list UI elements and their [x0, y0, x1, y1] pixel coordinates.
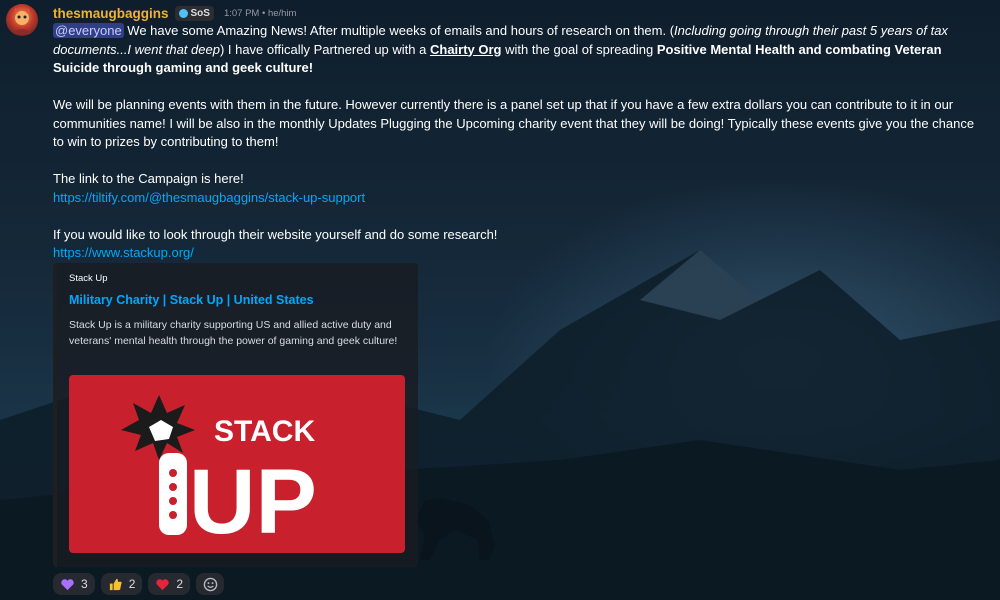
message-body: @everyone We have some Amazing News! Aft…	[53, 22, 983, 263]
embed-provider: Stack Up	[69, 273, 108, 284]
reaction-count: 3	[81, 577, 88, 591]
paragraph-1: @everyone We have some Amazing News! Aft…	[53, 23, 948, 75]
reaction-count: 2	[176, 577, 184, 591]
logo-text-bottom: UP	[189, 451, 317, 553]
embed-description: Stack Up is a military charity supportin…	[69, 319, 398, 347]
link-embed: Stack Up Military Charity | Stack Up | U…	[53, 263, 418, 567]
logo-text-top: STACK	[214, 415, 315, 448]
add-reaction-button[interactable]	[196, 573, 225, 595]
tag-label: SoS	[190, 7, 210, 19]
message-header: thesmaugbaggins SoS 1:07 PM • he/him	[53, 5, 296, 21]
charity-link[interactable]: Chairty Org	[430, 42, 502, 57]
timestamp: 1:07 PM • he/him	[223, 7, 297, 19]
red-heart-icon	[156, 578, 170, 590]
chat-message: thesmaugbaggins SoS 1:07 PM • he/him @ev…	[0, 0, 1000, 600]
thumbs-up-icon	[109, 578, 122, 590]
reaction-purple-heart[interactable]: 3	[53, 573, 95, 595]
paragraph-3: The link to the Campaign is here!	[53, 171, 244, 186]
embed-title[interactable]: Military Charity | Stack Up | United Sta…	[69, 293, 314, 307]
tiltify-link[interactable]: https://tiltify.com/@thesmaugbaggins/sta…	[53, 190, 365, 205]
paragraph-4: If you would like to look through their …	[53, 226, 498, 242]
avatar[interactable]	[6, 4, 38, 36]
purple-heart-icon	[61, 578, 74, 590]
embed-image[interactable]: STACK UP	[69, 375, 405, 553]
server-tag[interactable]: SoS	[174, 5, 214, 21]
paragraph-2: We will be planning events with them in …	[53, 97, 975, 149]
stackup-link[interactable]: https://www.stackup.org/	[53, 245, 194, 260]
reactions-bar: 3 2 2	[53, 573, 225, 595]
reaction-count: 2	[128, 577, 136, 591]
tag-icon	[178, 8, 188, 18]
username[interactable]: thesmaugbaggins	[53, 6, 169, 21]
smiley-icon	[203, 577, 217, 591]
stack-up-logo: STACK UP	[121, 395, 317, 553]
reaction-red-heart[interactable]: 2	[148, 573, 191, 595]
reaction-thumbs-up[interactable]: 2	[100, 573, 143, 595]
mention-everyone[interactable]: @everyone	[53, 23, 124, 38]
